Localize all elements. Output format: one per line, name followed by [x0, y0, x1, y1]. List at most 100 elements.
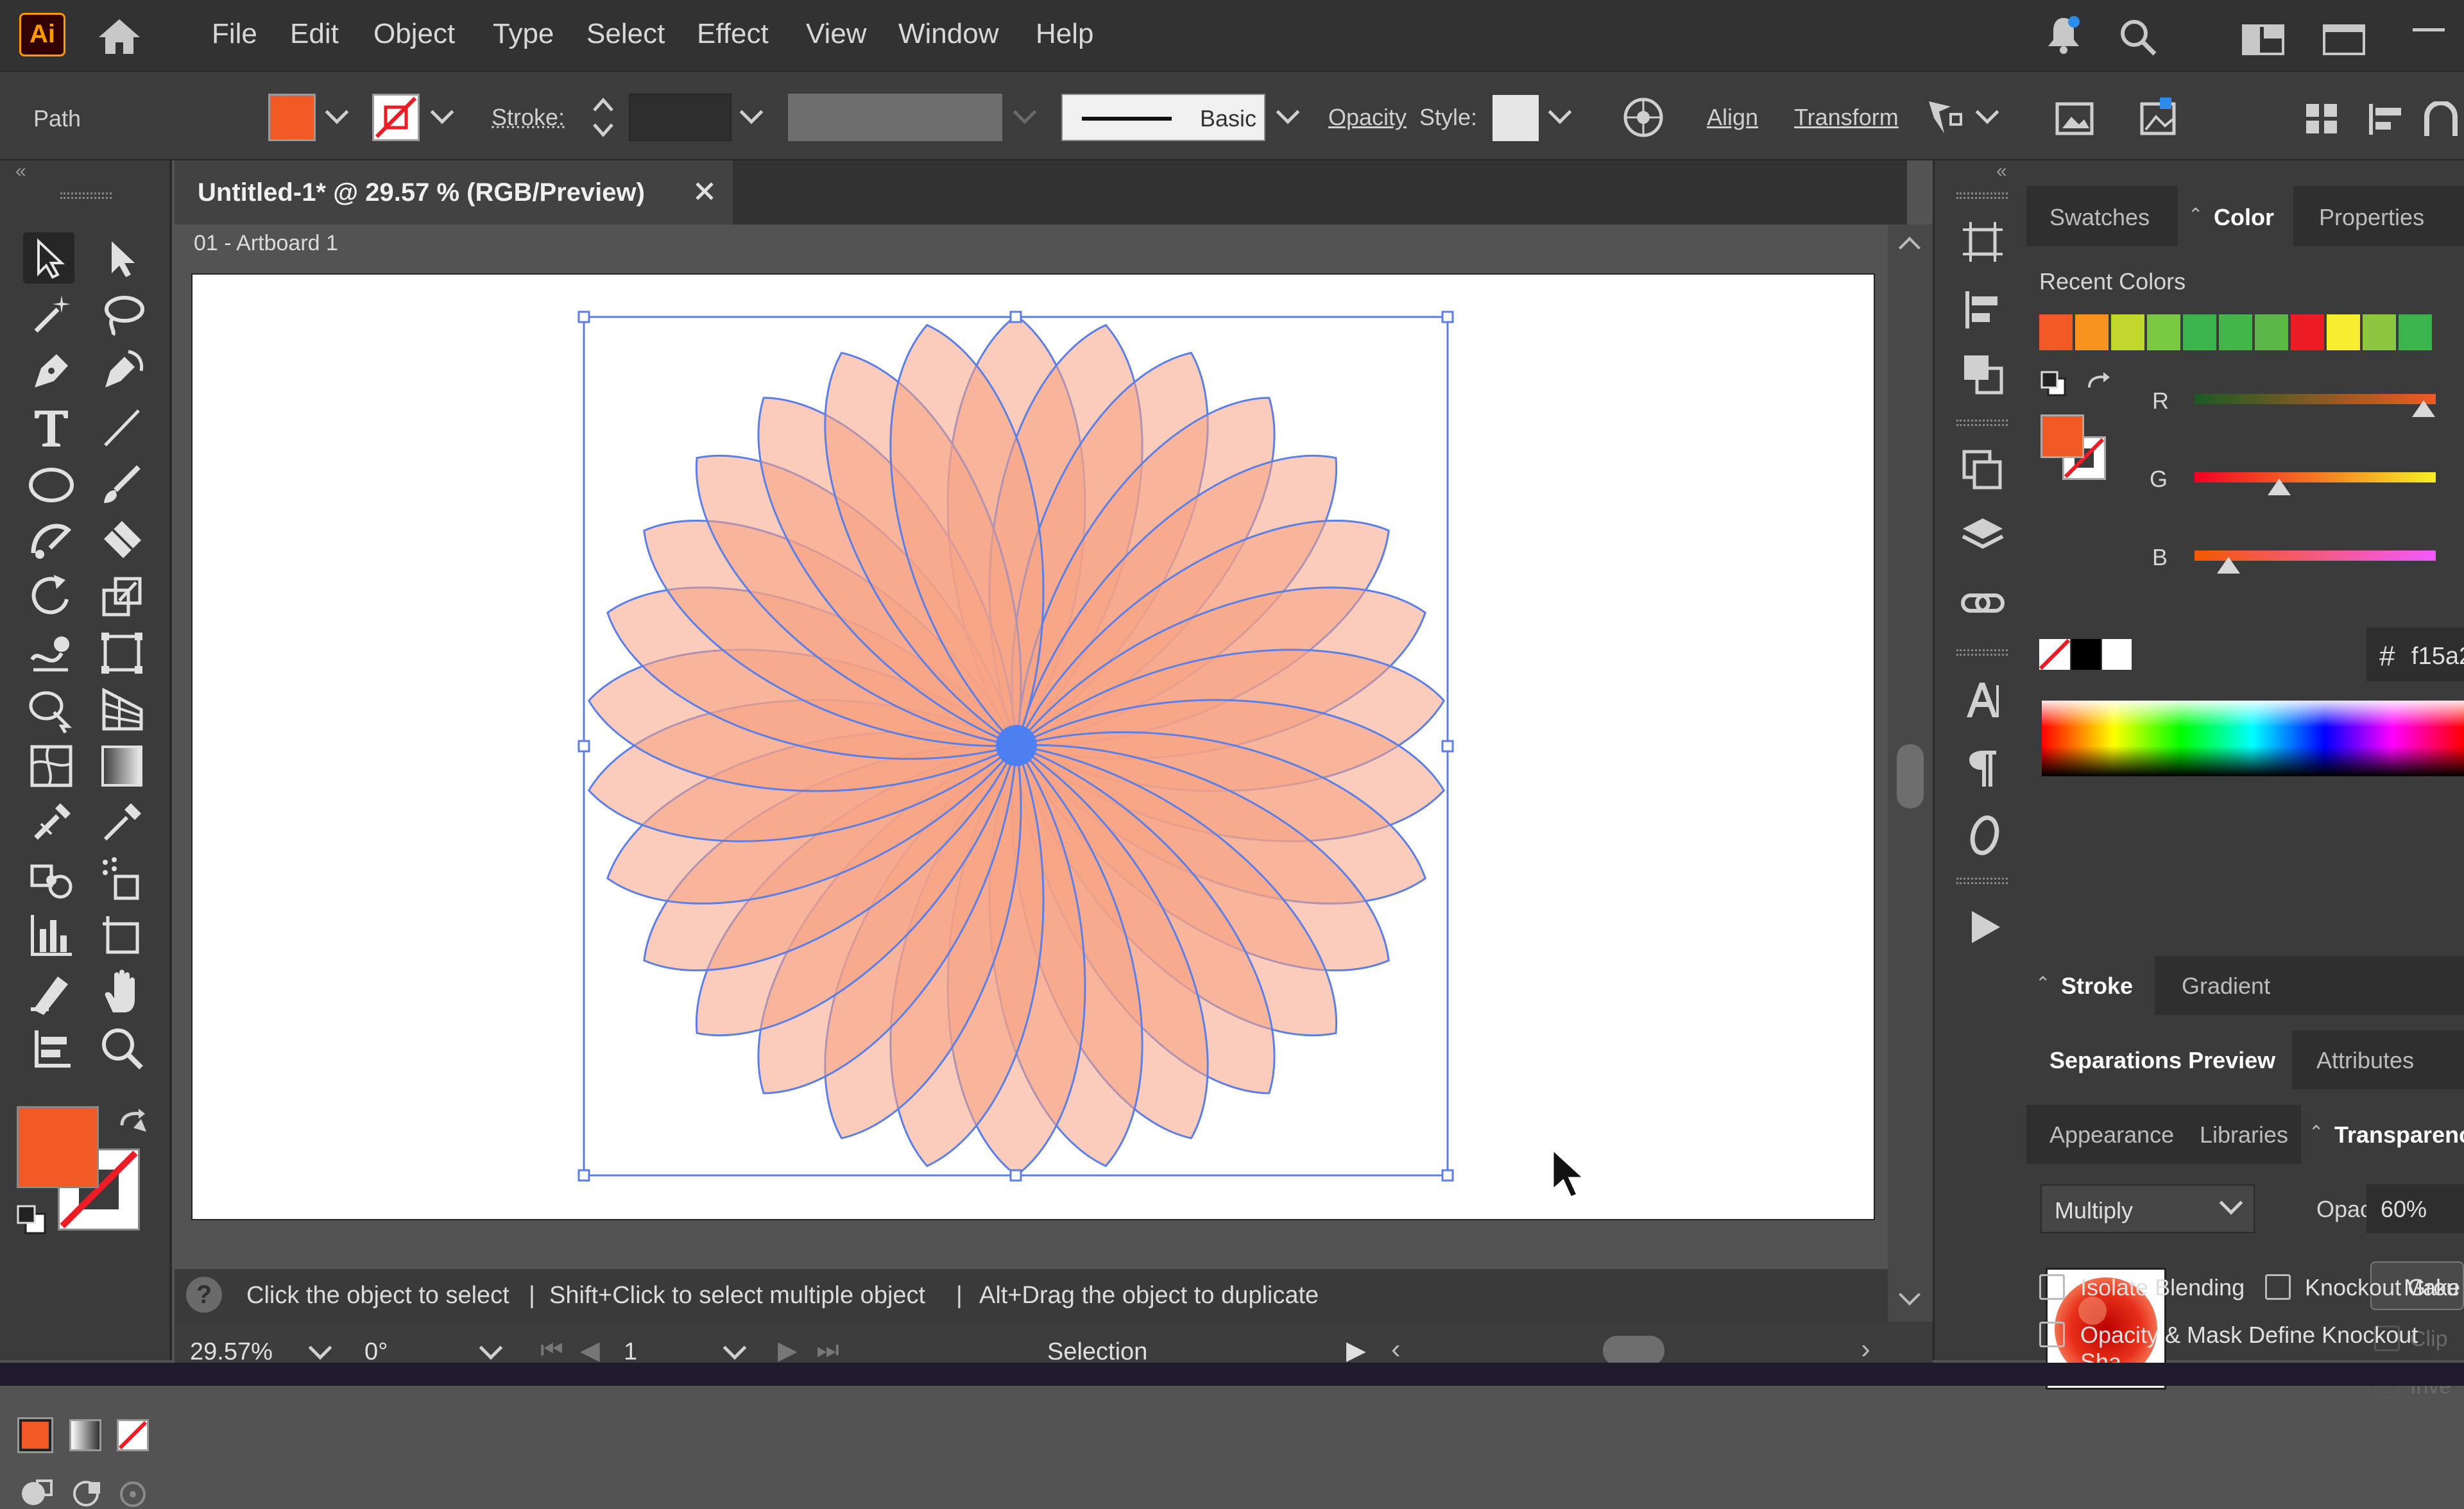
black-swatch[interactable] — [2071, 639, 2101, 670]
tab-appearance[interactable]: Appearance — [2049, 1121, 2174, 1148]
opacity-link[interactable]: Opacity — [1328, 104, 1407, 131]
layers-panel-icon[interactable] — [1960, 515, 2005, 559]
puppet-chevron[interactable] — [1975, 100, 1999, 124]
recent-color-swatch[interactable] — [2039, 314, 2073, 350]
direct-selection-tool-icon[interactable] — [96, 232, 148, 284]
tab-stroke[interactable]: ⌃ Stroke — [2026, 956, 2155, 1015]
eyedropper-alt-icon[interactable] — [96, 797, 148, 848]
mesh-tool-icon[interactable] — [26, 740, 77, 792]
menu-edit[interactable]: Edit — [290, 18, 339, 50]
gradient-mode-icon[interactable] — [69, 1419, 101, 1451]
opentype-panel-icon[interactable] — [1960, 812, 2005, 857]
menu-type[interactable]: Type — [493, 18, 554, 50]
pen-tool-icon[interactable] — [26, 345, 77, 396]
magic-wand-tool-icon[interactable] — [26, 289, 77, 340]
transform-panel-icon[interactable] — [1960, 448, 2005, 493]
tab-color[interactable]: Color ⌃ — [2178, 186, 2293, 246]
recent-color-swatch[interactable] — [2147, 314, 2180, 350]
green-slider-track[interactable] — [2194, 472, 2436, 482]
shape-builder-tool-icon[interactable] — [26, 684, 77, 735]
tab-separations-preview[interactable]: Separations Preview — [2026, 1030, 2292, 1089]
rotation-chevron[interactable] — [479, 1336, 503, 1360]
fill-dropdown-chevron[interactable] — [325, 100, 349, 124]
gradient-tool-icon[interactable] — [96, 740, 148, 792]
ellipse-tool-icon[interactable] — [26, 458, 77, 509]
actions-panel-icon[interactable] — [1963, 906, 2005, 948]
stroke-swatch[interactable] — [372, 94, 420, 141]
last-artboard-icon[interactable]: ⏭ — [816, 1336, 839, 1365]
recolor-artwork-icon[interactable] — [1622, 96, 1664, 139]
align-grid-icon[interactable] — [2305, 103, 2340, 135]
menu-window[interactable]: Window — [898, 18, 999, 50]
knockout-group-checkbox[interactable] — [2265, 1274, 2291, 1300]
variable-width-profile[interactable] — [788, 94, 1002, 141]
isolate-blending-checkbox[interactable] — [2039, 1274, 2065, 1300]
stroke-weight-stepper[interactable] — [584, 91, 622, 144]
blend-tool-icon[interactable] — [26, 853, 77, 905]
document-tab[interactable]: Untitled-1* @ 29.57 % (RGB/Preview) — [175, 160, 733, 225]
color-panel-default-icon[interactable] — [2039, 370, 2067, 398]
line-segment-tool-icon[interactable] — [96, 402, 148, 453]
paintbrush-tool-icon[interactable] — [96, 458, 148, 509]
blend-mode-select[interactable]: Multiply — [2041, 1184, 2255, 1233]
align-link[interactable]: Align — [1707, 104, 1758, 131]
recent-color-swatch[interactable] — [2183, 314, 2216, 350]
stroke-dropdown-chevron[interactable] — [430, 100, 454, 124]
flower-artwork[interactable] — [193, 275, 1876, 1222]
tab-properties[interactable]: Properties — [2319, 204, 2424, 231]
rotation-value[interactable]: 0° — [364, 1338, 388, 1366]
curvature-tool-icon[interactable] — [96, 345, 148, 396]
scroll-left-arrow[interactable]: ‹ — [1391, 1333, 1401, 1365]
horizontal-scroll-thumb[interactable] — [1603, 1336, 1664, 1365]
artboard-chevron[interactable] — [723, 1336, 747, 1360]
puppet-warp-icon[interactable] — [1925, 98, 1965, 137]
home-icon[interactable] — [96, 17, 142, 55]
color-panel-swap-icon[interactable] — [2084, 370, 2115, 400]
first-artboard-icon[interactable]: ⏮ — [540, 1336, 563, 1365]
style-chevron[interactable] — [1548, 100, 1572, 124]
menu-object[interactable]: Object — [373, 18, 455, 50]
vertical-scrollbar[interactable] — [1888, 225, 1933, 1322]
none-swatch[interactable] — [2039, 639, 2070, 670]
close-tab-icon[interactable] — [693, 180, 716, 203]
illustrator-logo[interactable]: Ai — [19, 13, 65, 56]
expand-dock-icon[interactable]: « — [1996, 160, 2007, 182]
opacity-field[interactable]: 60% — [2366, 1184, 2464, 1233]
recent-color-swatch[interactable] — [2363, 314, 2396, 350]
drawing-mode-icon[interactable] — [19, 1477, 55, 1509]
bell-icon[interactable] — [2044, 14, 2083, 55]
help-icon[interactable]: ? — [186, 1277, 222, 1313]
slice-tool-icon[interactable] — [26, 966, 77, 1018]
artboard[interactable] — [191, 273, 1875, 1220]
default-fill-stroke-icon[interactable] — [15, 1204, 47, 1236]
character-panel-icon[interactable] — [1960, 678, 2005, 722]
zoom-chevron[interactable] — [308, 1336, 332, 1360]
recent-color-swatch[interactable] — [2219, 314, 2252, 350]
next-artboard-icon[interactable]: ▶ — [778, 1336, 798, 1365]
red-slider-thumb[interactable] — [2412, 400, 2436, 417]
stroke-weight-field[interactable] — [629, 94, 732, 141]
perspective-grid-tool-icon[interactable] — [96, 684, 148, 735]
fill-color-box[interactable] — [17, 1106, 99, 1188]
red-slider-track[interactable] — [2194, 394, 2436, 404]
variable-width-chevron[interactable] — [1013, 100, 1037, 124]
tab-swatches[interactable]: Swatches — [2049, 204, 2150, 231]
color-panel-fill[interactable] — [2041, 414, 2084, 458]
warp-tool-icon[interactable] — [26, 627, 77, 679]
search-icon[interactable] — [2118, 17, 2159, 58]
swap-fill-stroke-icon[interactable] — [116, 1106, 151, 1142]
tab-gradient[interactable]: Gradient — [2182, 973, 2270, 1000]
print-tiling-tool-icon[interactable] — [26, 1023, 77, 1074]
tab-libraries[interactable]: Libraries — [2200, 1121, 2288, 1148]
image-trace-icon[interactable] — [2137, 95, 2179, 137]
hex-field[interactable]: # f15a2 — [2366, 627, 2464, 681]
scroll-up-arrow[interactable] — [1899, 237, 1921, 259]
screen-mode-icon[interactable] — [69, 1477, 105, 1509]
artboards-panel-icon[interactable] — [1960, 219, 2005, 264]
links-panel-icon[interactable] — [1960, 581, 2005, 626]
recent-color-swatch[interactable] — [2075, 314, 2109, 350]
blue-slider-thumb[interactable] — [2216, 557, 2240, 574]
shaper-tool-icon[interactable] — [26, 515, 77, 566]
align-panel-icon[interactable] — [1960, 287, 2005, 332]
arrange-documents-icon[interactable] — [2323, 24, 2365, 55]
